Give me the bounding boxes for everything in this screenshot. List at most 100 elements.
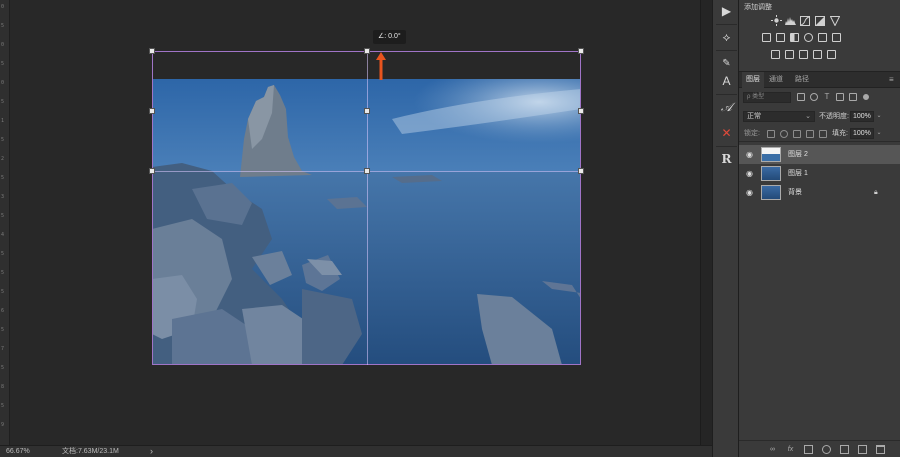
layer-row-layer-1[interactable]: ◉ 图层 1 bbox=[739, 164, 900, 183]
status-arrow-icon[interactable]: › bbox=[150, 446, 153, 457]
layers-panel-footer: ∞ fx bbox=[739, 440, 900, 457]
tab-channels[interactable]: 通道 bbox=[765, 72, 787, 88]
trash-icon[interactable] bbox=[876, 445, 885, 454]
ruler-tick-label: 9 bbox=[1, 422, 5, 428]
channel-mixer-icon[interactable] bbox=[818, 33, 827, 42]
ruler-tick-label: 5 bbox=[1, 365, 5, 371]
vertical-scrollbar[interactable] bbox=[700, 0, 712, 445]
right-panels: 添加调整 图层 通道 路径 ≡ ρ 类型 T 正常 ⌄ 不透明度: 100% ⌄… bbox=[739, 0, 900, 457]
layer-filter-row: ρ 类型 T bbox=[739, 89, 900, 106]
levels-icon[interactable] bbox=[785, 16, 796, 25]
visibility-eye-icon[interactable]: ◉ bbox=[745, 188, 754, 197]
layer-name: 图层 2 bbox=[788, 151, 808, 158]
tool-divider bbox=[716, 50, 737, 51]
fill-chevron-icon[interactable]: ⌄ bbox=[875, 129, 883, 138]
posterize-icon[interactable] bbox=[785, 50, 794, 59]
pixel-filter-icon[interactable] bbox=[797, 93, 805, 101]
handle-top-left[interactable] bbox=[149, 48, 155, 54]
brightness-icon[interactable] bbox=[771, 15, 782, 26]
gradient-map-icon[interactable] bbox=[813, 50, 822, 59]
layer-style-icon[interactable]: fx bbox=[786, 445, 795, 454]
threshold-icon[interactable] bbox=[799, 50, 808, 59]
play-icon[interactable]: ▶ bbox=[717, 2, 736, 21]
handle-top-right[interactable] bbox=[578, 48, 584, 54]
shape-filter-icon[interactable] bbox=[836, 93, 844, 101]
ruler-tick-label: 5 bbox=[1, 289, 5, 295]
ruler-tick-label: 5 bbox=[1, 327, 5, 333]
zoom-level[interactable]: 66.67% bbox=[6, 446, 30, 457]
adjustments-row-1 bbox=[739, 15, 900, 27]
opacity-field[interactable]: 100% bbox=[850, 111, 874, 122]
adjustments-title: 添加调整 bbox=[744, 4, 772, 11]
ruler-tick-label: 2 bbox=[1, 156, 5, 162]
ruler-tick-label: 5 bbox=[1, 23, 5, 29]
ruler-tick-label: 8 bbox=[1, 384, 5, 390]
selective-color-icon[interactable] bbox=[827, 50, 836, 59]
handle-middle-right[interactable] bbox=[578, 108, 584, 114]
tool-divider bbox=[716, 24, 737, 25]
visibility-eye-icon[interactable]: ◉ bbox=[745, 150, 754, 159]
new-adjustment-icon[interactable] bbox=[822, 445, 831, 454]
type-filter-icon[interactable]: T bbox=[823, 93, 831, 101]
history-brush-icon[interactable]: ⟡ bbox=[717, 28, 736, 47]
lock-position-icon[interactable] bbox=[793, 130, 801, 138]
tool-divider bbox=[716, 146, 737, 147]
handle-lower-right[interactable] bbox=[578, 168, 584, 174]
link-layers-icon[interactable]: ∞ bbox=[768, 445, 777, 454]
eyedropper-icon[interactable]: ✎ bbox=[717, 54, 736, 73]
layer-row-background[interactable]: ◉ 背景 🔒︎ bbox=[739, 183, 900, 202]
curves-icon[interactable] bbox=[800, 16, 810, 26]
opacity-chevron-icon[interactable]: ⌄ bbox=[875, 112, 883, 121]
new-group-icon[interactable] bbox=[840, 445, 849, 454]
no-tool-icon[interactable]: ✕ bbox=[717, 124, 736, 143]
new-layer-icon[interactable] bbox=[858, 445, 867, 454]
document-canvas[interactable]: ∠: 0.0° bbox=[11, 0, 700, 445]
blend-opacity-row: 正常 ⌄ 不透明度: 100% ⌄ bbox=[739, 109, 900, 124]
ruler-tick-label: 5 bbox=[1, 270, 5, 276]
layer-thumbnail bbox=[761, 185, 781, 200]
lock-label: 锁定: bbox=[744, 130, 760, 137]
lock-icon: 🔒︎ bbox=[874, 189, 878, 196]
layer-name: 图层 1 bbox=[788, 170, 808, 177]
lock-artboard-icon[interactable] bbox=[806, 130, 814, 138]
kind-filter-select[interactable]: ρ 类型 bbox=[743, 92, 791, 103]
vibrance-icon[interactable] bbox=[830, 16, 840, 26]
invert-icon[interactable] bbox=[771, 50, 780, 59]
type-paragraph-icon[interactable]: 𝒜 bbox=[717, 98, 736, 117]
handle-center[interactable] bbox=[364, 108, 370, 114]
black-white-icon[interactable] bbox=[790, 33, 799, 42]
character-style-icon[interactable]: A bbox=[717, 72, 736, 91]
filter-toggle-icon[interactable] bbox=[863, 94, 869, 100]
exposure-icon[interactable] bbox=[815, 16, 825, 26]
layer-row-layer-2[interactable]: ◉ 图层 2 bbox=[739, 145, 900, 164]
blend-mode-select[interactable]: 正常 ⌄ bbox=[743, 111, 815, 122]
lock-all-icon[interactable] bbox=[819, 130, 827, 138]
lock-image-icon[interactable] bbox=[780, 130, 788, 138]
vertical-ruler[interactable]: 0 5 0 5 0 5 1 5 2 5 3 5 4 5 5 5 6 5 7 5 8 5 9 bbox=[0, 0, 10, 445]
layers-panel-tabs: 图层 通道 路径 ≡ bbox=[739, 71, 900, 88]
photo-filter-icon[interactable] bbox=[804, 33, 813, 42]
layer-name: 背景 bbox=[788, 189, 802, 196]
tool-divider bbox=[716, 94, 737, 95]
document-size-info: 文档:7.63M/23.1M bbox=[62, 448, 119, 455]
ruler-tick-label: 5 bbox=[1, 251, 5, 257]
tab-paths[interactable]: 路径 bbox=[791, 72, 813, 88]
photoshop-window: 05050515253545556575859 ∠: 0.0° 66.67% 文… bbox=[0, 0, 900, 457]
color-balance-icon[interactable] bbox=[776, 33, 785, 42]
resource-icon[interactable]: R bbox=[717, 150, 736, 169]
color-lookup-icon[interactable] bbox=[832, 33, 841, 42]
adjustment-filter-icon[interactable] bbox=[810, 93, 818, 101]
handle-lower-left[interactable] bbox=[149, 168, 155, 174]
hue-saturation-icon[interactable] bbox=[762, 33, 771, 42]
handle-top-center[interactable] bbox=[364, 48, 370, 54]
handle-middle-left[interactable] bbox=[149, 108, 155, 114]
panel-menu-icon[interactable]: ≡ bbox=[889, 76, 896, 84]
fill-field[interactable]: 100% bbox=[850, 128, 874, 139]
lock-transparent-icon[interactable] bbox=[767, 130, 775, 138]
tab-layers[interactable]: 图层 bbox=[742, 72, 764, 88]
smart-object-filter-icon[interactable] bbox=[849, 93, 857, 101]
add-mask-icon[interactable] bbox=[804, 445, 813, 454]
handle-lower-center[interactable] bbox=[364, 168, 370, 174]
visibility-eye-icon[interactable]: ◉ bbox=[745, 169, 754, 178]
ruler-tick-label: 0 bbox=[1, 4, 5, 10]
